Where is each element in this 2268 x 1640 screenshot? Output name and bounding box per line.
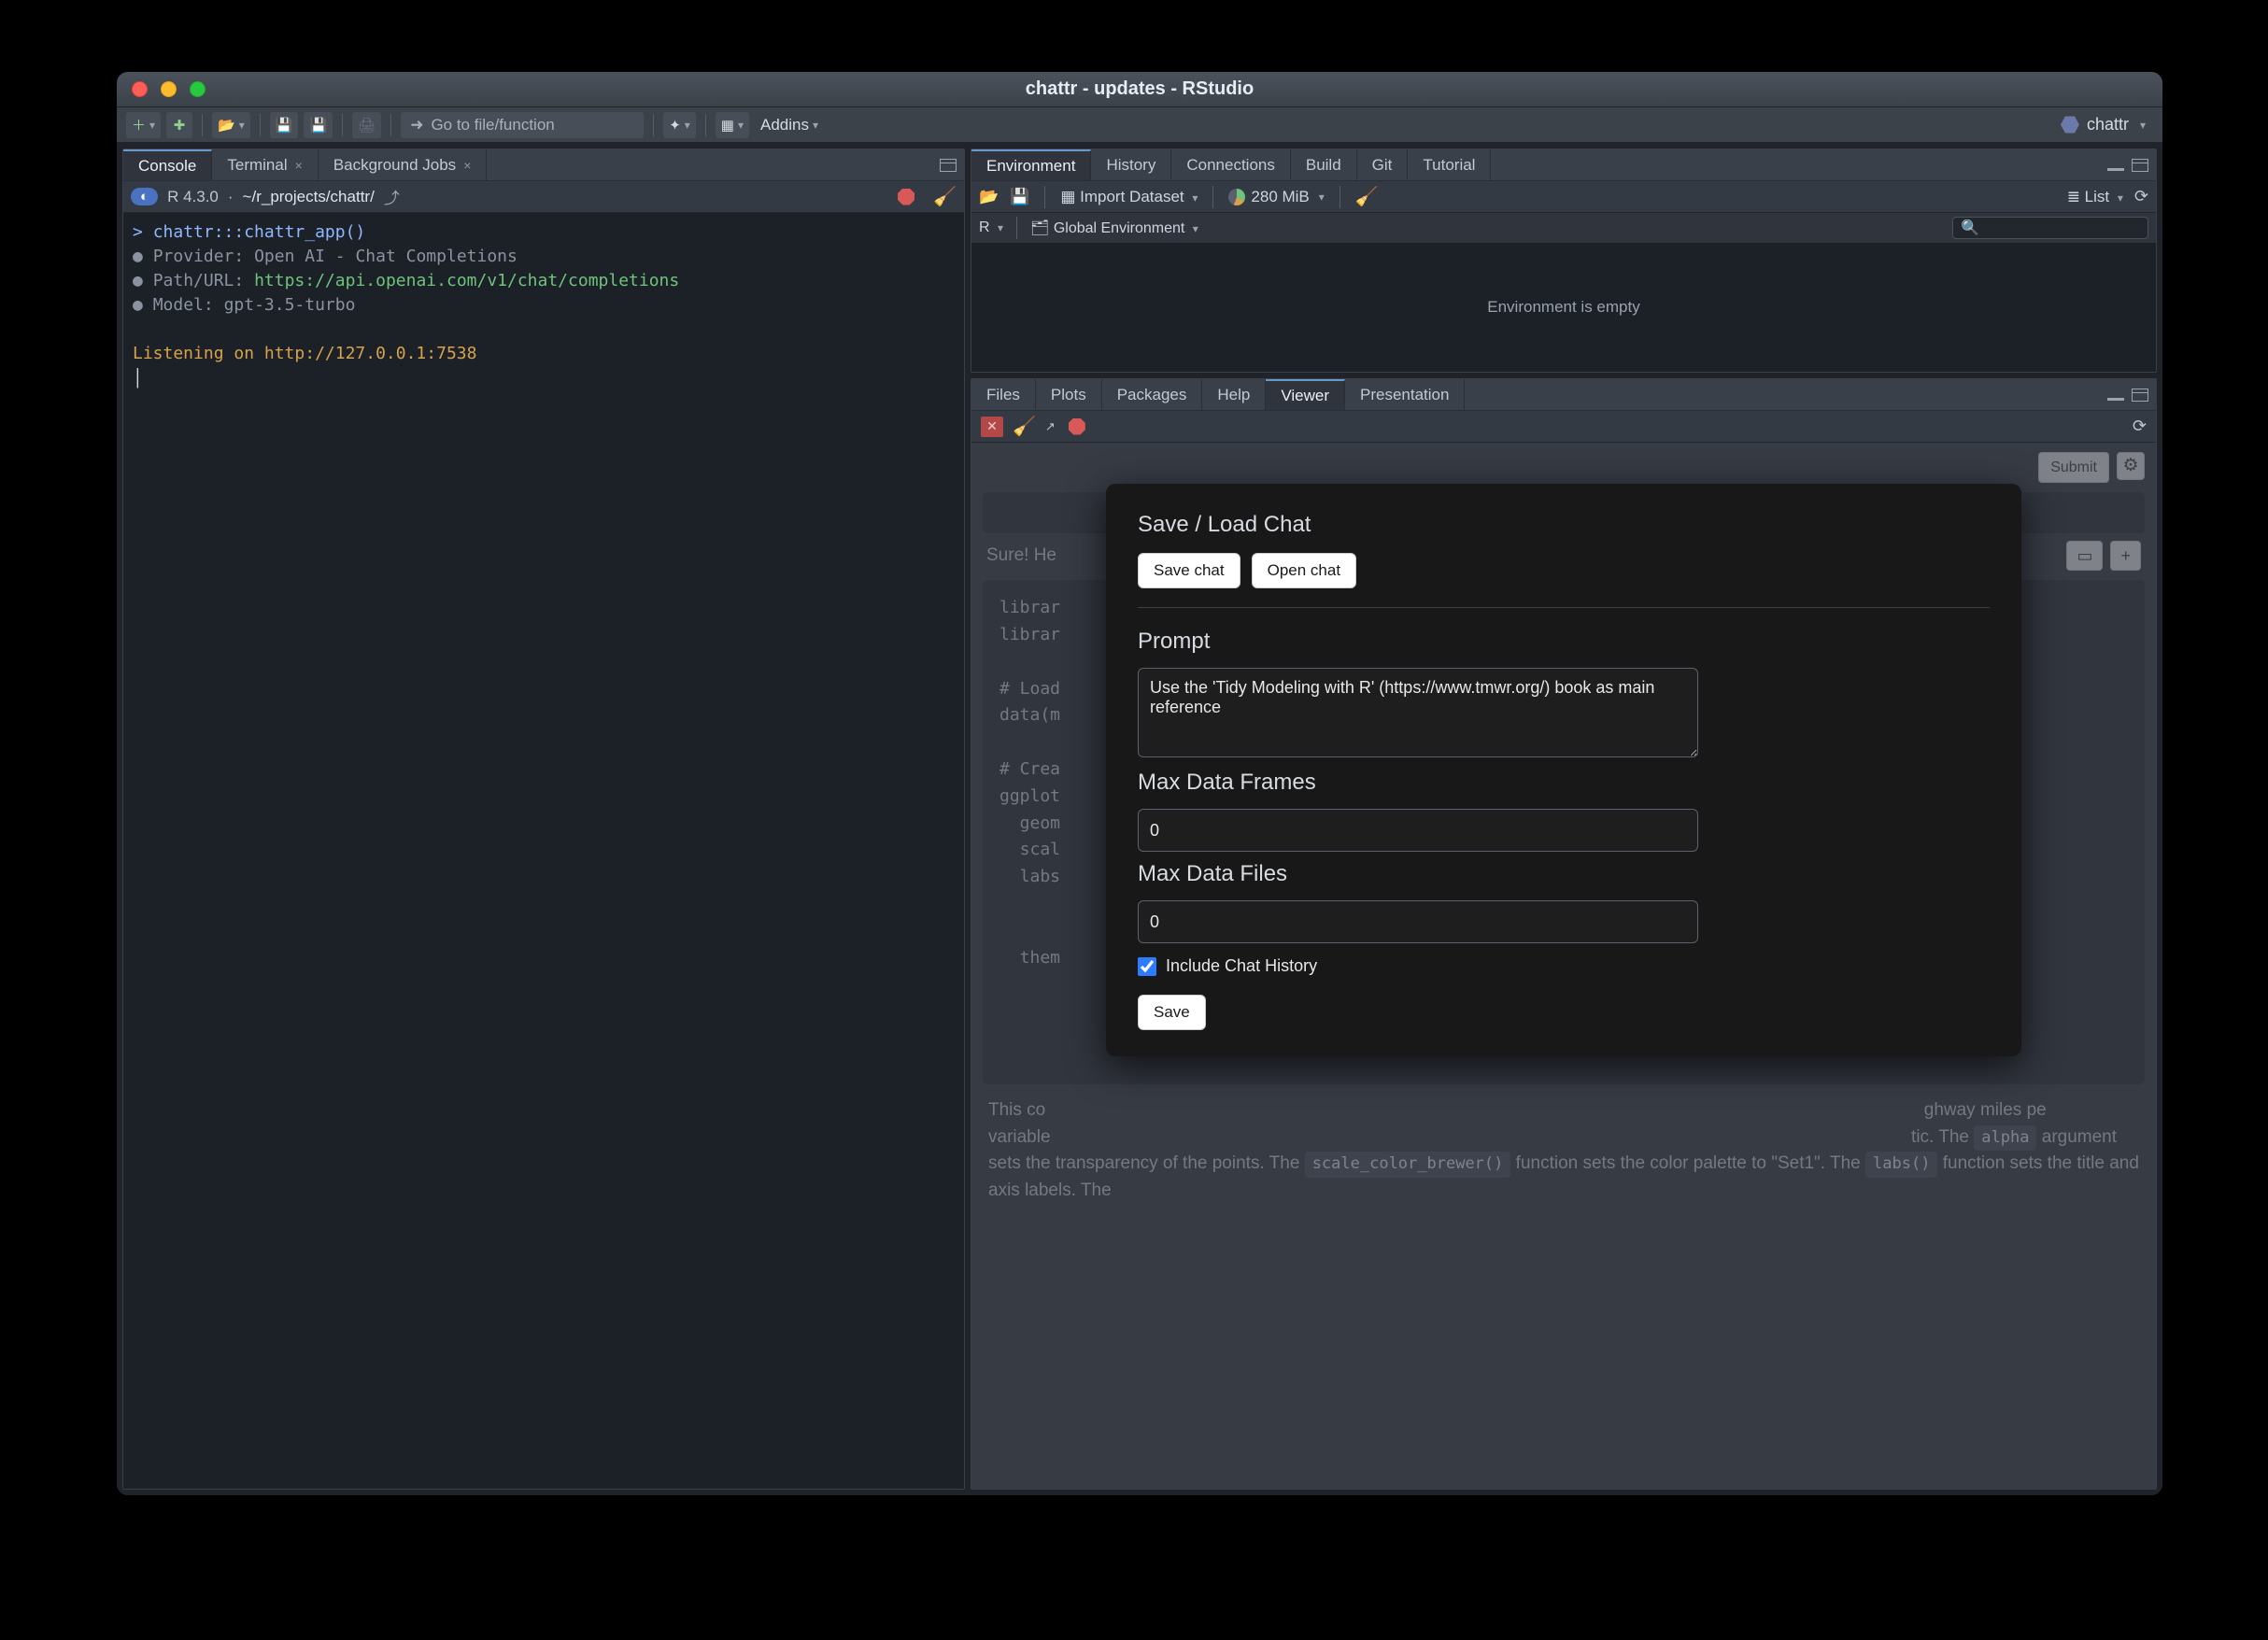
viewer-body: Submit ⚙ Sure! He ▭ + librar librar # Lo… bbox=[971, 443, 2156, 1489]
list-view-button[interactable]: ≣ List ▾ bbox=[2067, 188, 2123, 206]
console-output[interactable]: > chattr:::chattr_app() ● Provider: Open… bbox=[123, 213, 964, 1489]
max-data-files-input[interactable] bbox=[1138, 900, 1698, 943]
save-button[interactable]: 💾 bbox=[270, 112, 299, 138]
close-icon[interactable]: × bbox=[295, 158, 303, 173]
close-window-button[interactable] bbox=[132, 81, 148, 97]
environment-scope-bar: R ▾ 🗂 Global Environment ▾ 🔍 bbox=[971, 213, 2156, 243]
print-button[interactable]: 🖨 bbox=[352, 112, 381, 138]
environment-tabbar: Environment History Connections Build Gi… bbox=[971, 149, 2156, 181]
import-dataset-button[interactable]: ▦ Import Dataset ▾ bbox=[1060, 188, 1198, 206]
window-title: chattr - updates - RStudio bbox=[117, 78, 2162, 100]
tab-background-jobs[interactable]: Background Jobs× bbox=[319, 149, 488, 180]
tab-git[interactable]: Git bbox=[1357, 149, 1409, 180]
tab-plots[interactable]: Plots bbox=[1036, 379, 1102, 410]
popout-viewer-button[interactable]: ↗ bbox=[1045, 419, 1056, 434]
grid-button[interactable]: ▦▾ bbox=[716, 112, 749, 138]
goto-icon: ➜ bbox=[410, 116, 423, 134]
maximize-pane-button[interactable] bbox=[2132, 389, 2148, 402]
new-file-button[interactable]: ＋▾ bbox=[126, 112, 161, 138]
project-hex-icon bbox=[2061, 116, 2079, 134]
save-workspace-button[interactable]: 💾 bbox=[1010, 188, 1029, 206]
popout-icon[interactable]: ⤴ bbox=[384, 185, 400, 208]
tab-viewer[interactable]: Viewer bbox=[1266, 379, 1345, 410]
clear-objects-button[interactable]: 🧹 bbox=[1355, 185, 1379, 208]
prompt-textarea[interactable] bbox=[1138, 668, 1698, 757]
tab-terminal[interactable]: Terminal× bbox=[212, 149, 318, 180]
environment-toolbar: 📂 💾 ▦ Import Dataset ▾ 280 MiB▾ 🧹 ≣ List… bbox=[971, 181, 2156, 213]
save-all-button[interactable]: 💾 bbox=[304, 112, 333, 138]
tab-files[interactable]: Files bbox=[971, 379, 1036, 410]
tab-build[interactable]: Build bbox=[1291, 149, 1357, 180]
minimize-window-button[interactable] bbox=[161, 81, 177, 97]
traffic-lights bbox=[132, 81, 206, 97]
tab-help[interactable]: Help bbox=[1202, 379, 1266, 410]
titlebar: chattr - updates - RStudio bbox=[117, 72, 2162, 107]
environment-search[interactable]: 🔍 bbox=[1952, 217, 2148, 239]
zoom-window-button[interactable] bbox=[190, 81, 206, 97]
new-project-button[interactable]: ✚ bbox=[166, 112, 192, 138]
modal-title: Save / Load Chat bbox=[1138, 512, 1990, 538]
load-workspace-button[interactable]: 📂 bbox=[979, 188, 999, 206]
settings-modal: Save / Load Chat Save chat Open chat Pro… bbox=[1106, 484, 2021, 1056]
goto-placeholder: Go to file/function bbox=[431, 116, 554, 134]
language-selector[interactable]: R ▾ bbox=[979, 219, 1003, 236]
prompt-label: Prompt bbox=[1138, 629, 1990, 655]
tab-history[interactable]: History bbox=[1091, 149, 1171, 180]
maximize-pane-button[interactable] bbox=[2132, 159, 2148, 172]
main-toolbar: ＋▾ ✚ 📂▾ 💾 💾 🖨 ➜ Go to file/function ✦▾ ▦… bbox=[117, 107, 2162, 143]
save-button[interactable]: Save bbox=[1138, 995, 1206, 1030]
clear-viewer-button[interactable]: ✕ bbox=[981, 417, 1003, 437]
goto-file-function[interactable]: ➜ Go to file/function bbox=[401, 112, 644, 138]
rstudio-window: chattr - updates - RStudio ＋▾ ✚ 📂▾ 💾 💾 🖨… bbox=[117, 72, 2162, 1495]
project-name: chattr bbox=[2087, 115, 2129, 134]
max-data-frames-label: Max Data Frames bbox=[1138, 770, 1990, 796]
tab-packages[interactable]: Packages bbox=[1102, 379, 1203, 410]
tools-button[interactable]: ✦▾ bbox=[663, 112, 696, 138]
stop-viewer-button[interactable] bbox=[1069, 418, 1085, 435]
viewer-pane: Files Plots Packages Help Viewer Present… bbox=[971, 378, 2157, 1490]
addins-menu[interactable]: Addins▾ bbox=[755, 112, 824, 138]
tab-connections[interactable]: Connections bbox=[1171, 149, 1291, 180]
scope-selector[interactable]: 🗂 Global Environment ▾ bbox=[1030, 219, 1198, 237]
console-subbar: ◐ R 4.3.0 · ~/r_projects/chattr/ ⤴ 🧹 bbox=[123, 181, 964, 213]
save-chat-button[interactable]: Save chat bbox=[1138, 553, 1240, 588]
r-version: R 4.3.0 bbox=[167, 188, 219, 206]
include-chat-history-checkbox[interactable] bbox=[1138, 957, 1156, 976]
r-logo-icon: ◐ bbox=[131, 188, 158, 205]
project-menu[interactable]: chattr ▾ bbox=[2061, 115, 2153, 134]
tab-environment[interactable]: Environment bbox=[971, 149, 1091, 180]
minimize-pane-button[interactable] bbox=[2107, 168, 2124, 171]
modal-overlay[interactable]: Save / Load Chat Save chat Open chat Pro… bbox=[971, 443, 2156, 1489]
minimize-pane-button[interactable] bbox=[2107, 398, 2124, 401]
memory-usage[interactable]: 280 MiB▾ bbox=[1228, 188, 1324, 206]
environment-pane: Environment History Connections Build Gi… bbox=[971, 148, 2157, 373]
open-chat-button[interactable]: Open chat bbox=[1252, 553, 1356, 588]
tab-presentation[interactable]: Presentation bbox=[1345, 379, 1465, 410]
refresh-button[interactable]: ⟳ bbox=[2134, 187, 2148, 206]
include-chat-history-label: Include Chat History bbox=[1166, 956, 1317, 976]
refresh-viewer-button[interactable]: ⟳ bbox=[2133, 417, 2147, 436]
viewer-tabbar: Files Plots Packages Help Viewer Present… bbox=[971, 379, 2156, 411]
maximize-pane-button[interactable] bbox=[940, 159, 957, 172]
memory-pie-icon bbox=[1228, 189, 1245, 205]
stop-button[interactable] bbox=[898, 189, 914, 205]
tab-console[interactable]: Console bbox=[123, 149, 212, 180]
max-data-files-label: Max Data Files bbox=[1138, 861, 1990, 887]
close-icon[interactable]: × bbox=[463, 158, 471, 173]
environment-empty-label: Environment is empty bbox=[971, 243, 2156, 372]
max-data-frames-input[interactable] bbox=[1138, 809, 1698, 852]
tab-tutorial[interactable]: Tutorial bbox=[1408, 149, 1491, 180]
console-tabbar: Console Terminal× Background Jobs× bbox=[123, 149, 964, 181]
open-file-button[interactable]: 📂▾ bbox=[212, 112, 250, 138]
console-pane: Console Terminal× Background Jobs× ◐ R 4… bbox=[122, 148, 965, 1490]
clear-all-viewer-button[interactable]: 🧹 bbox=[1013, 415, 1036, 438]
search-icon: 🔍 bbox=[1961, 219, 1979, 237]
viewer-toolbar: ✕ 🧹 ↗ ⟳ bbox=[971, 411, 2156, 443]
clear-console-button[interactable]: 🧹 bbox=[933, 185, 957, 208]
working-dir[interactable]: ~/r_projects/chattr/ bbox=[243, 188, 375, 206]
